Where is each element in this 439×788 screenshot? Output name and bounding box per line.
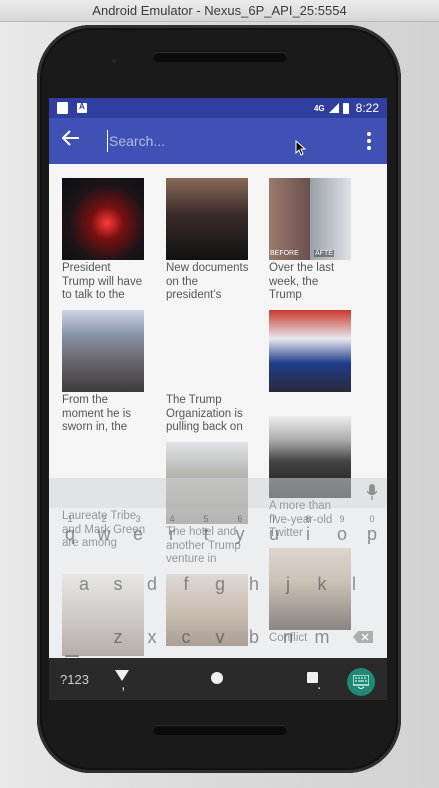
keyboard-switch-icon[interactable] [347,668,375,696]
key-t[interactable]: 5t [195,514,217,545]
status-bar: 4G 8:22 [49,98,387,118]
result-caption: New documents on the president’s [166,262,249,301]
status-time: 8:22 [355,101,379,115]
result-thumbnail [269,310,351,392]
key-i[interactable]: 8i [297,514,319,545]
key-l[interactable]: l [343,574,365,595]
window-titlebar: Android Emulator - Nexus_6P_API_25:5554 [0,0,439,22]
before-label: BEFORE [270,250,299,257]
result-thumbnail [62,178,144,260]
key-o[interactable]: 9o [331,514,353,545]
search-input[interactable] [107,130,327,152]
result-card[interactable]: BEFORE AFTE Over the last week, the Trum… [269,178,353,303]
key-q[interactable]: 1q [59,514,81,545]
after-label: AFTE [314,250,334,257]
result-thumbnail [62,310,144,392]
signal-icon [328,103,339,113]
result-thumbnail: BEFORE AFTE [269,178,351,260]
mouse-cursor-icon [295,140,307,156]
key-s[interactable]: s [107,574,129,595]
key-r[interactable]: 4r [161,514,183,545]
key-p[interactable]: 0p [361,514,383,545]
device-screen: 4G 8:22 President Trump will have to tal… [49,98,387,700]
overflow-menu-icon[interactable] [361,130,377,152]
key-k[interactable]: k [311,574,333,595]
key-j[interactable]: j [277,574,299,595]
result-card[interactable]: From the moment he is sworn in, the [62,310,146,435]
key-h[interactable]: h [243,574,265,595]
soft-keyboard: 1q 2w 3e 4r 5t 6y 7u 8i 9o 0p a s d f g … [49,508,387,658]
top-speaker [153,52,287,62]
result-caption: President Trump will have to talk to the [62,262,143,301]
key-w[interactable]: 2w [93,514,115,545]
battery-icon [342,102,349,114]
back-arrow-icon[interactable] [59,129,83,153]
key-e[interactable]: 3e [127,514,149,545]
key-c[interactable]: c [175,627,197,648]
key-x[interactable]: x [141,627,163,648]
key-m[interactable]: m [311,627,333,648]
key-period[interactable]: . [317,676,321,694]
key-y[interactable]: 6y [229,514,251,545]
result-caption: Over the last week, the Trump [269,262,335,301]
result-caption: From the moment he is sworn in, the [62,394,132,433]
swipe-indicator [65,655,79,657]
key-z[interactable]: z [107,627,129,648]
notification-a-icon [77,102,87,113]
keyboard-bottom-bar: ?123 , . [49,658,387,700]
bottom-speaker [153,725,287,735]
front-sensor [112,59,116,63]
key-g[interactable]: g [209,574,231,595]
symbols-mode-key[interactable]: ?123 [60,672,89,687]
result-card[interactable]: The Trump Organization is pulling back o… [166,392,250,435]
key-comma[interactable]: , [121,676,125,694]
result-card[interactable]: President Trump will have to talk to the [62,178,146,303]
backspace-icon[interactable] [353,631,373,643]
app-toolbar [49,118,387,164]
key-f[interactable]: f [175,574,197,595]
key-u[interactable]: 7u [263,514,285,545]
key-v[interactable]: v [209,627,231,648]
result-card[interactable] [269,310,353,392]
result-caption: The Trump Organization is pulling back o… [166,394,243,433]
keyboard-suggestion-strip [49,478,387,508]
key-d[interactable]: d [141,574,163,595]
key-n[interactable]: n [277,627,299,648]
sd-card-icon [57,102,68,114]
window-title: Android Emulator - Nexus_6P_API_25:5554 [92,3,347,18]
result-thumbnail [166,178,248,260]
microphone-icon[interactable] [367,484,377,500]
network-type: 4G [313,103,325,113]
key-b[interactable]: b [243,627,265,648]
nav-home-icon[interactable] [211,672,223,684]
result-card[interactable]: New documents on the president’s [166,178,250,303]
key-a[interactable]: a [73,574,95,595]
